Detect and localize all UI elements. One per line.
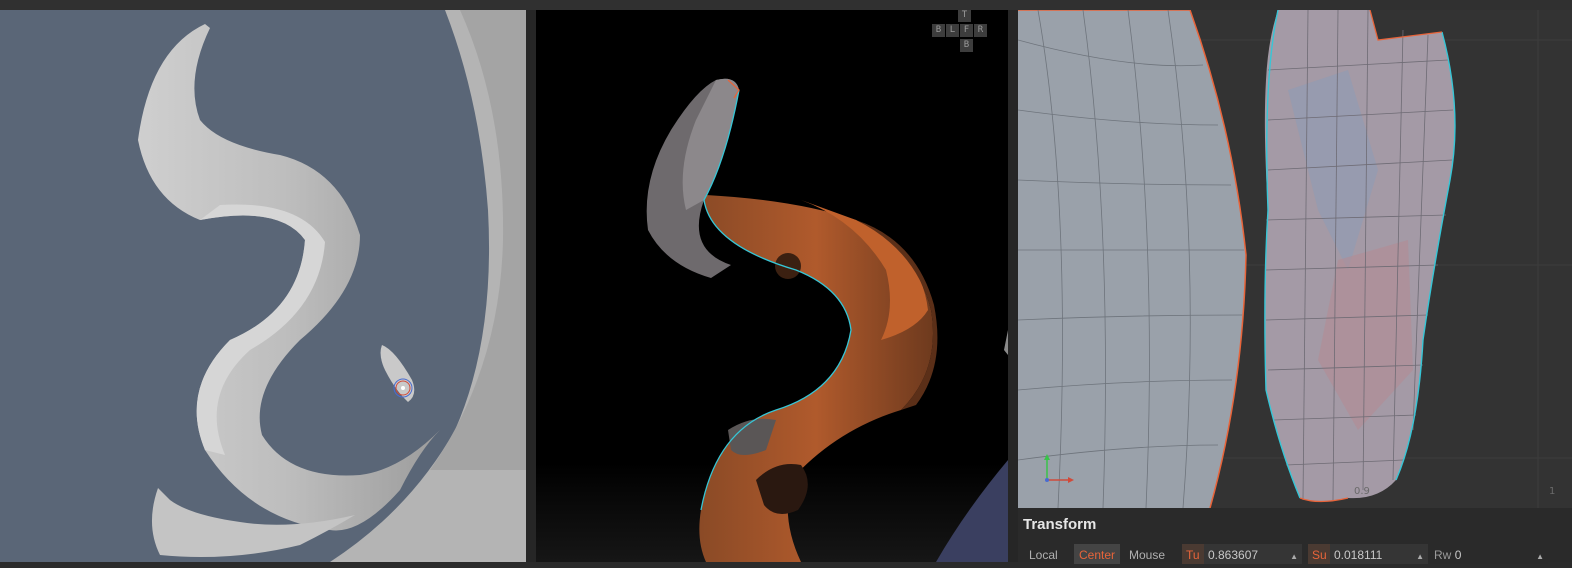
transform-panel: Transform Local Center Mouse Tu 0.863607… — [1018, 508, 1572, 564]
top-toolbar-strip — [0, 0, 1572, 10]
center-button[interactable]: Center — [1074, 544, 1121, 564]
uv-editor-viewport[interactable]: 0.9 1 — [1018, 10, 1572, 508]
view-back-button[interactable]: B — [932, 24, 945, 37]
rw-label: Rw — [1434, 548, 1452, 562]
horn-model-render — [138, 10, 526, 562]
view-left-button[interactable]: L — [946, 24, 959, 37]
transform-title: Transform — [1023, 516, 1097, 533]
perspective-viewport[interactable] — [0, 10, 526, 562]
local-button[interactable]: Local — [1024, 544, 1063, 564]
rw-input[interactable]: Rw 0 ▲ — [1430, 544, 1548, 564]
su-input[interactable]: 0.018111 ▲ — [1330, 544, 1428, 564]
rw-value: 0 — [1454, 548, 1462, 562]
view-cube[interactable]: T B L F R B — [932, 10, 996, 58]
tu-input[interactable]: 0.863607 ▲ — [1204, 544, 1302, 564]
su-value: 0.018111 — [1334, 548, 1383, 562]
spin-up-icon[interactable]: ▲ — [1536, 546, 1544, 568]
spin-up-icon[interactable]: ▲ — [1416, 546, 1424, 568]
spin-up-icon[interactable]: ▲ — [1290, 546, 1298, 568]
view-top-button[interactable]: T — [958, 10, 971, 22]
view-right-button[interactable]: R — [974, 24, 987, 37]
transform-controls: Local Center Mouse Tu 0.863607 ▲ Su 0.01… — [1018, 544, 1572, 564]
uv-tick-label: 0.9 — [1354, 486, 1370, 497]
view-front-button[interactable]: F — [960, 24, 973, 37]
viewport-divider[interactable] — [1008, 10, 1018, 562]
uv-layout — [1018, 10, 1572, 508]
textured-horn-render — [646, 78, 1008, 562]
uv-tick-label: 1 — [1549, 486, 1556, 497]
tu-value: 0.863607 — [1208, 548, 1259, 562]
textured-viewport[interactable]: T B L F R B — [536, 10, 1008, 562]
mouse-button[interactable]: Mouse — [1124, 544, 1170, 564]
view-bottom-button[interactable]: B — [960, 39, 973, 52]
viewport-divider[interactable] — [526, 10, 536, 562]
tu-label: Tu — [1182, 544, 1204, 564]
su-label: Su — [1308, 544, 1331, 564]
